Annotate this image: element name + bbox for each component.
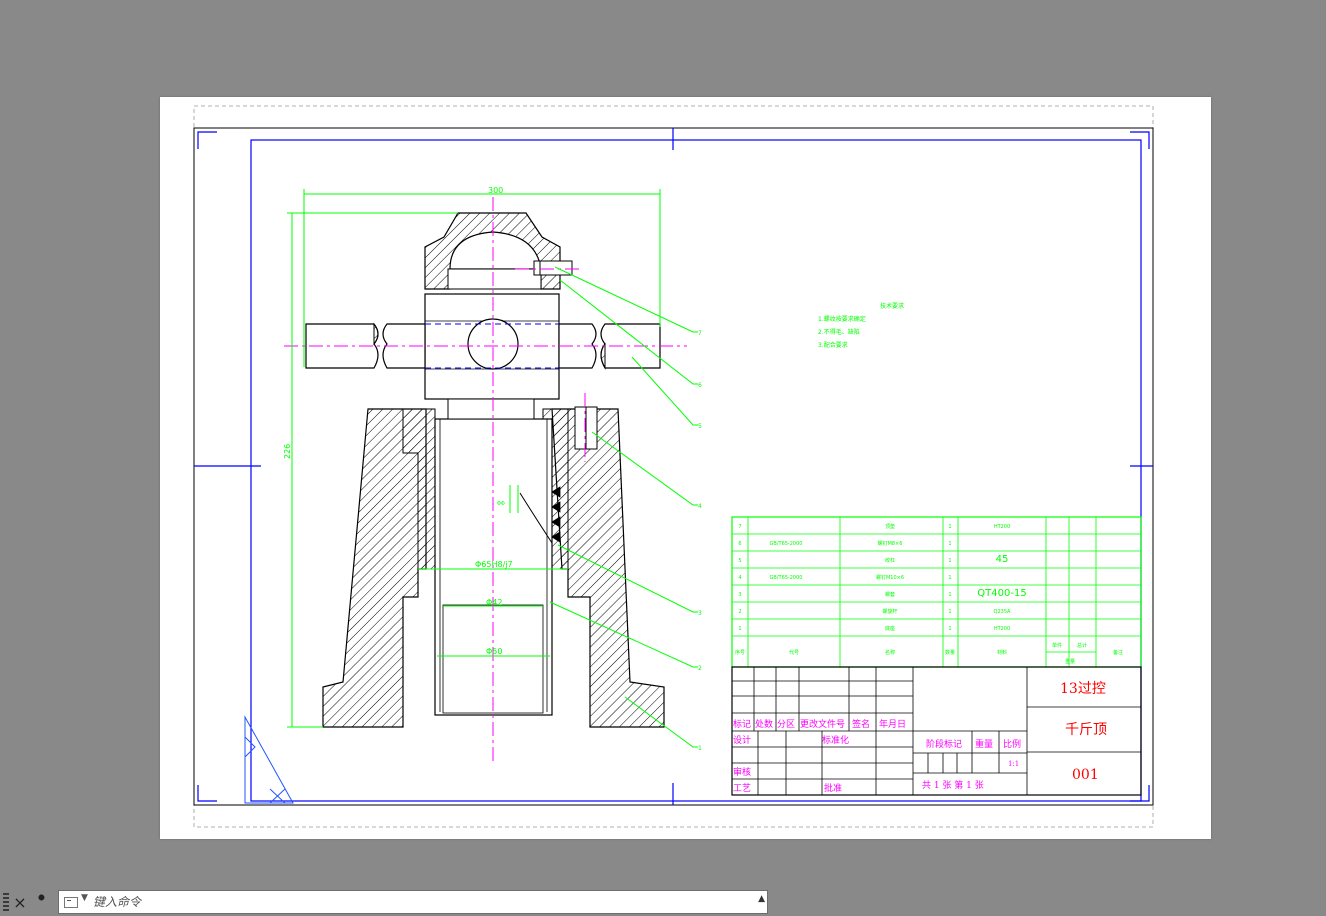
bom-header-seq: 序号 <box>735 649 745 656</box>
jack-assembly[interactable] <box>305 212 665 728</box>
bom-cell-qty: 1 <box>948 592 951 598</box>
balloon-1: 1 <box>698 745 702 752</box>
bom-cell-name: 底座 <box>885 625 895 632</box>
tb-drawing-number: 001 <box>1072 767 1099 783</box>
bom-cell-name: 绞杠 <box>885 557 895 564</box>
tb-design: 设计 <box>733 734 751 746</box>
base-left-section <box>322 408 427 728</box>
bom-cell-material: Q235A <box>994 609 1011 615</box>
bom-cell-name: 螺钉M10×6 <box>876 574 904 581</box>
bom-header-single: 单件 <box>1052 642 1062 649</box>
bom-header-total: 总计 <box>1077 642 1087 649</box>
bom-cell-seq: 1 <box>738 626 741 632</box>
bom-cell-qty: 1 <box>948 524 951 530</box>
bom-cell-material: HT200 <box>994 626 1010 632</box>
notes-title: 技术要求 <box>880 302 904 310</box>
part-balloons: 7 6 5 4 3 2 1 <box>698 330 702 752</box>
bom-cell-material: 45 <box>996 554 1009 565</box>
bom-cell-seq: 6 <box>738 541 741 547</box>
tb-unit: 13过控 <box>1060 681 1106 697</box>
bom-cell-seq: 3 <box>738 592 741 598</box>
bom-header-material: 材料 <box>997 649 1007 656</box>
tb-doc: 更改文件号 <box>800 718 845 730</box>
paper-sheet: 300 226 Φ65H8/j7 Φ42 Φ50 ΦΦ 7 6 5 4 3 2 … <box>160 97 1211 839</box>
note-line-2: 2.不得毛、缺陷 <box>818 328 860 336</box>
dim-bore-50: Φ50 <box>486 647 502 656</box>
title-block[interactable]: 标记 处数 分区 更改文件号 签名 年月日 设计 标准化 审核 工艺 批准 阶段… <box>731 666 1142 796</box>
balloon-5: 5 <box>698 423 702 430</box>
bom-cell-seq: 7 <box>738 524 741 530</box>
bom-cell-name: 顶垫 <box>885 523 895 530</box>
bom-cell-code: GB/T65-2000 <box>770 575 803 581</box>
command-prompt-icon[interactable] <box>64 897 78 908</box>
bom-cell-material: QT400-15 <box>977 588 1026 599</box>
balloon-2: 2 <box>698 665 702 672</box>
tb-date: 年月日 <box>879 718 906 730</box>
bom-cell-qty: 1 <box>948 558 951 564</box>
bom-header-qty: 数量 <box>945 649 955 656</box>
bom-cell-name: 螺旋杆 <box>882 608 897 615</box>
close-icon[interactable]: × <box>10 892 30 914</box>
command-input[interactable] <box>93 893 733 911</box>
handle-bar <box>305 318 661 370</box>
note-line-3: 3.配合要求 <box>818 341 848 349</box>
technical-notes: 技术要求 1.螺纹按要求确定 2.不得毛、缺陷 3.配合要求 <box>818 302 904 349</box>
tb-stage: 阶段标记 <box>926 738 962 750</box>
balloon-7: 7 <box>698 330 702 337</box>
history-up-icon[interactable]: ▲ <box>758 894 765 904</box>
tb-count: 处数 <box>755 718 773 730</box>
tb-standard: 标准化 <box>822 734 849 746</box>
tb-mark: 标记 <box>733 718 751 730</box>
command-line-bar: × ▼ ▲ <box>0 889 770 916</box>
bom-header-code: 代号 <box>789 649 799 656</box>
dim-bore-42: Φ42 <box>486 598 502 607</box>
tb-scale-value: 1:1 <box>1008 760 1019 768</box>
bom-cell-code: GB/T65-2000 <box>770 541 803 547</box>
orientation-triangle <box>244 715 294 804</box>
drag-handle-icon[interactable] <box>3 893 9 913</box>
bom-header-weight: 重量 <box>1065 658 1075 665</box>
bom-cell-seq: 5 <box>738 558 741 564</box>
bom-cell-seq: 4 <box>738 575 741 581</box>
tb-drawing-name: 千斤顶 <box>1065 722 1107 738</box>
bom-header-note: 备注 <box>1113 649 1123 656</box>
chevron-down-icon[interactable]: ▼ <box>81 893 88 903</box>
tb-review: 审核 <box>733 766 751 778</box>
wrench-icon[interactable] <box>32 892 52 914</box>
bom-cell-seq: 2 <box>738 609 741 615</box>
tb-approve: 批准 <box>824 782 842 794</box>
tb-scale: 比例 <box>1003 738 1021 750</box>
balloon-3: 3 <box>698 610 702 617</box>
tb-process: 工艺 <box>733 783 751 794</box>
note-line-1: 1.螺纹按要求确定 <box>818 315 866 323</box>
bom-cell-qty: 1 <box>948 626 951 632</box>
dim-small: ΦΦ <box>497 501 505 507</box>
tb-weight: 重量 <box>975 738 993 750</box>
command-input-box[interactable]: ▼ ▲ <box>58 890 768 914</box>
dim-226: 226 <box>283 444 292 459</box>
drawing-canvas[interactable]: 300 226 Φ65H8/j7 Φ42 Φ50 ΦΦ 7 6 5 4 3 2 … <box>160 97 1211 839</box>
bom-cell-qty: 1 <box>948 609 951 615</box>
bom-cell-material: HT200 <box>994 524 1010 530</box>
bom-cell-qty: 1 <box>948 541 951 547</box>
bom-cell-qty: 1 <box>948 575 951 581</box>
dim-300: 300 <box>488 186 503 195</box>
bom-cell-name: 螺套 <box>885 591 895 598</box>
bom-cell-name: 螺钉M8×6 <box>878 540 903 547</box>
balloon-6: 6 <box>698 382 702 389</box>
bom-header-name: 名称 <box>885 649 895 656</box>
tb-sign: 签名 <box>852 718 870 730</box>
tb-sheets: 共 1 张 第 1 张 <box>922 779 984 791</box>
base-right-section <box>551 408 665 728</box>
tb-zone: 分区 <box>777 719 795 730</box>
balloon-4: 4 <box>698 503 702 510</box>
dim-fit: Φ65H8/j7 <box>475 560 513 569</box>
